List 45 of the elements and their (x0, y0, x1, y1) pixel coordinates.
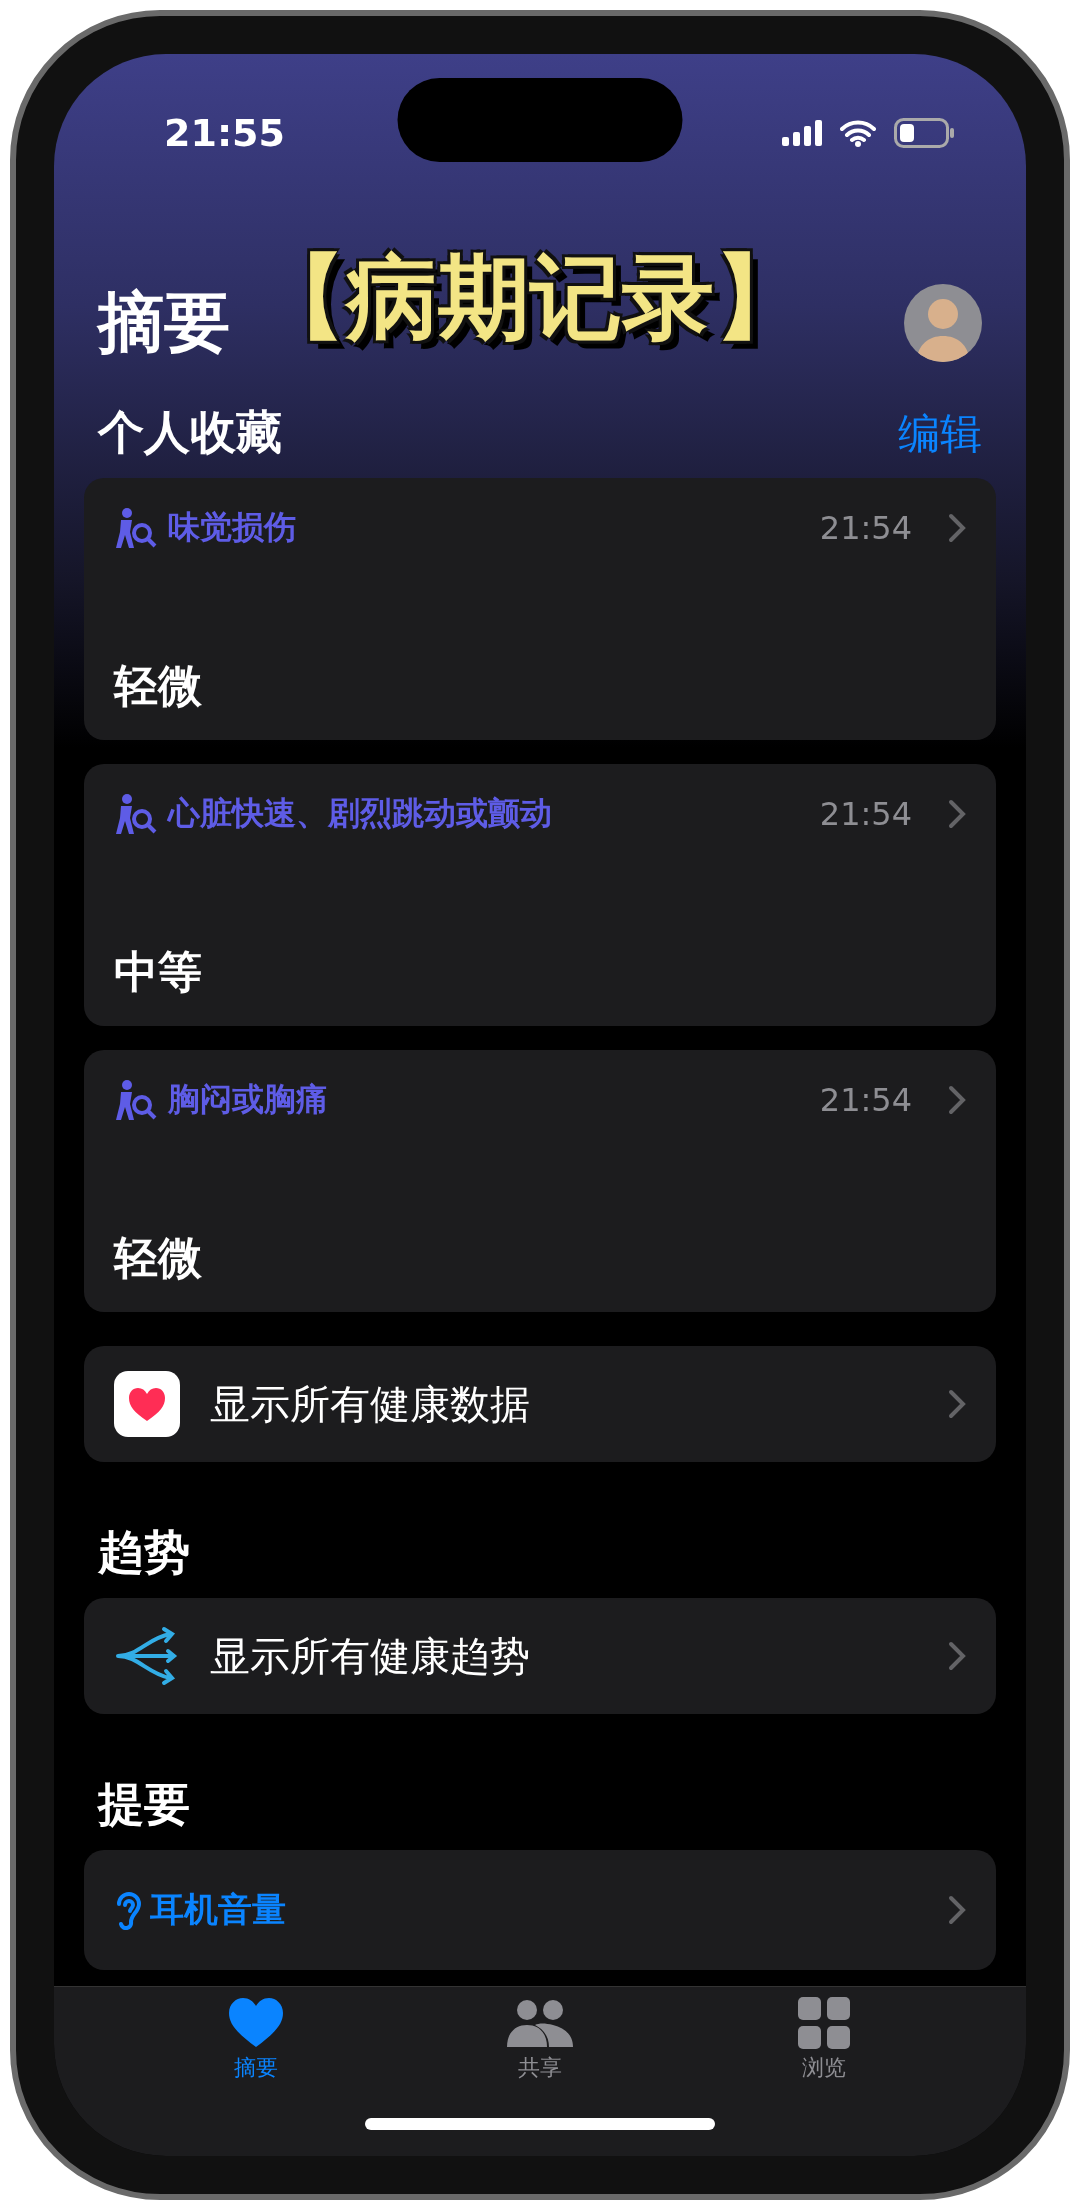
record-time: 21:54 (819, 1081, 912, 1119)
chevron-icon (948, 799, 966, 829)
chevron-icon (948, 1085, 966, 1115)
record-time: 21:54 (819, 509, 912, 547)
severity-value: 轻微 (114, 1231, 203, 1285)
chevron-icon (948, 1641, 966, 1671)
record-time: 21:54 (819, 795, 912, 833)
symptom-card[interactable]: 心脏快速、剧烈跳动或颤动 21:54 中等 (84, 764, 996, 1026)
highlight-name: 耳机音量 (150, 1888, 287, 1931)
tab[interactable]: 共享 (460, 1997, 620, 2083)
grid-icon (798, 1997, 850, 2049)
signal-icon (782, 120, 822, 146)
severity-value: 中等 (114, 945, 203, 999)
highlight-card[interactable]: 耳机音量 (84, 1850, 996, 1970)
tab[interactable]: 摘要 (176, 1997, 336, 2083)
chevron-icon (948, 1895, 966, 1925)
severity-value: 轻微 (114, 659, 203, 713)
symptom-card[interactable]: 味觉损伤 21:54 轻微 (84, 478, 996, 740)
section-title: 趋势 (98, 1524, 190, 1581)
person-search-icon (114, 1078, 158, 1122)
people-icon (505, 1997, 575, 2049)
page-title: 摘要 (98, 283, 230, 363)
heart-icon (227, 1997, 285, 2049)
symptom-name: 心脏快速、剧烈跳动或颤动 (168, 793, 553, 834)
section-title: 个人收藏 (98, 404, 282, 461)
chevron-icon (948, 1389, 966, 1419)
health-app-icon (114, 1371, 180, 1437)
health-data-row[interactable]: 显示所有健康数据 (84, 1346, 996, 1462)
row-label: 显示所有健康趋势 (210, 1631, 531, 1681)
battery-icon (894, 118, 956, 148)
ear-icon (114, 1890, 144, 1930)
section-title: 提要 (98, 1776, 190, 1833)
symptom-card[interactable]: 胸闷或胸痛 21:54 轻微 (84, 1050, 996, 1312)
person-search-icon (114, 506, 158, 550)
health-trends-row[interactable]: 显示所有健康趋势 (84, 1598, 996, 1714)
chevron-icon (948, 513, 966, 543)
edit-button[interactable]: 编辑 (898, 406, 982, 462)
person-search-icon (114, 792, 158, 836)
symptom-name: 胸闷或胸痛 (168, 1079, 329, 1120)
overlay-caption: 【病期记录】 (254, 252, 806, 344)
symptom-name: 味觉损伤 (168, 507, 297, 548)
row-label: 显示所有健康数据 (210, 1379, 531, 1429)
wifi-icon (840, 119, 876, 147)
tab[interactable]: 浏览 (744, 1997, 904, 2083)
status-time: 21:55 (164, 111, 285, 155)
